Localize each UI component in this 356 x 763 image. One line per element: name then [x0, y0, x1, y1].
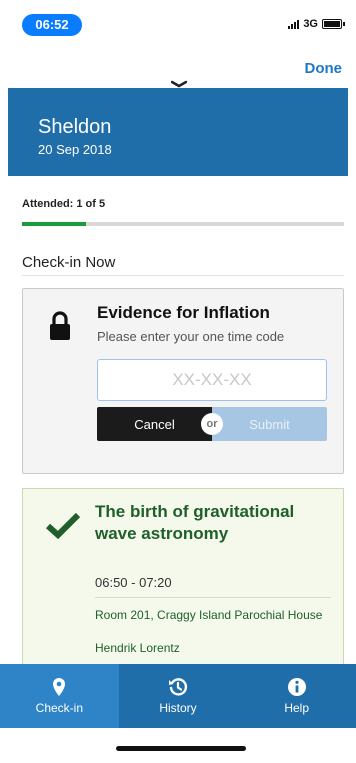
info-icon — [287, 678, 306, 696]
attendance-progress-fill — [22, 222, 87, 226]
section-title: Check-in Now — [22, 254, 116, 271]
location-pin-icon — [53, 678, 66, 696]
attended-count: Attended: 1 of 5 — [22, 198, 106, 210]
session-time: 06:50 - 07:20 — [95, 575, 172, 590]
status-indicators: 3G — [288, 18, 345, 30]
done-button[interactable]: Done — [305, 60, 343, 77]
checkmark-icon — [45, 512, 81, 539]
history-icon — [169, 678, 188, 696]
tab-help-label: Help — [284, 701, 310, 715]
attended-session-card[interactable]: The birth of gravitational wave astronom… — [22, 488, 344, 688]
session-title: The birth of gravitational wave astronom… — [95, 502, 295, 543]
or-divider-badge: or — [201, 413, 223, 435]
tab-history[interactable]: History — [119, 664, 238, 728]
session-room: Room 201, Craggy Island Parochial House — [95, 608, 323, 622]
signal-icon — [288, 19, 300, 29]
event-date: 20 Sep 2018 — [38, 142, 112, 157]
bottom-tab-bar: Check-in History Help — [0, 664, 356, 728]
session-code-title: Evidence for Inflation — [97, 303, 270, 322]
checkin-modal: 06:52 3G Done Sheldon 20 Sep 2018 Attend… — [0, 0, 356, 763]
cancel-button[interactable]: Cancel — [97, 407, 212, 441]
code-actions: Cancel Submit or — [97, 407, 327, 441]
attendance-progress-bar — [22, 222, 344, 226]
home-indicator — [116, 746, 246, 751]
status-bar: 06:52 3G — [0, 0, 356, 44]
sheet-grabber-icon[interactable] — [171, 80, 187, 88]
session-speaker: Hendrik Lorentz — [95, 641, 180, 655]
lock-icon — [50, 311, 70, 340]
session-divider — [95, 597, 331, 598]
section-divider — [22, 275, 344, 276]
evidence-card: Evidence for Inflation Please enter your… — [22, 288, 344, 474]
tab-history-label: History — [159, 701, 197, 715]
tab-check-in-label: Check-in — [35, 701, 84, 715]
status-time: 06:52 — [22, 14, 82, 36]
tab-help[interactable]: Help — [237, 664, 356, 728]
battery-icon — [322, 19, 345, 29]
network-label: 3G — [303, 18, 318, 30]
attendee-banner: Sheldon 20 Sep 2018 — [8, 88, 348, 176]
submit-button[interactable]: Submit — [212, 407, 327, 441]
tab-check-in[interactable]: Check-in — [0, 664, 119, 728]
one-time-code-input[interactable] — [97, 359, 327, 401]
code-instructions: Please enter your one time code — [97, 329, 285, 344]
attendee-name: Sheldon — [38, 116, 112, 138]
